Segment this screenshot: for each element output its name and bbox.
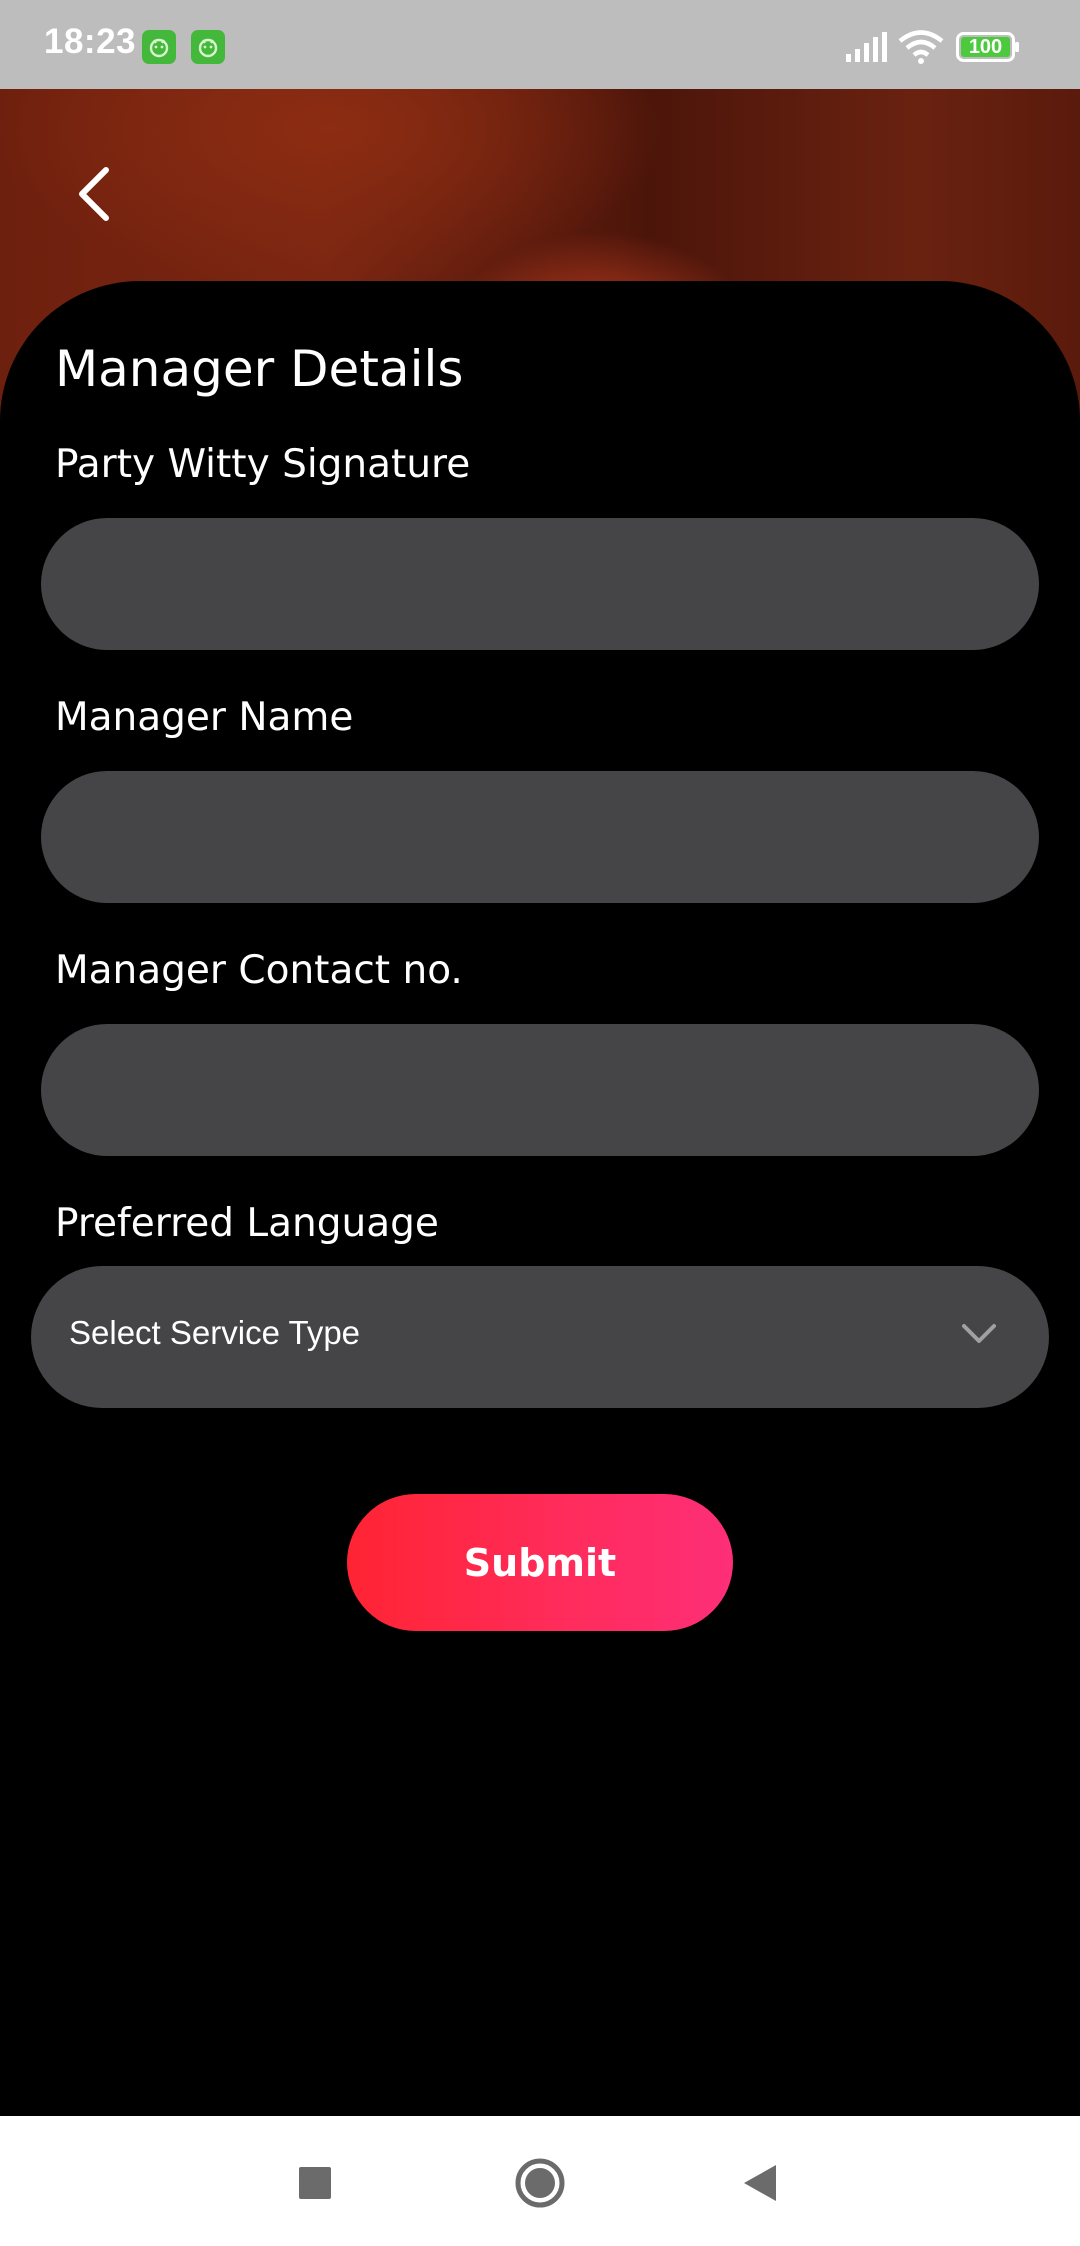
home-button[interactable] bbox=[505, 2148, 575, 2218]
status-time: 18:23 bbox=[44, 22, 137, 61]
app-notification-icon bbox=[191, 30, 225, 64]
manager-name-input[interactable] bbox=[41, 771, 1039, 903]
status-bar: 18:23 100 bbox=[0, 0, 1080, 89]
select-value: Select Service Type bbox=[69, 1314, 361, 1351]
preferred-language-select[interactable]: Select Service Type bbox=[31, 1266, 1049, 1408]
wifi-icon bbox=[898, 30, 944, 64]
signature-label: Party Witty Signature bbox=[55, 442, 471, 487]
back-button[interactable] bbox=[58, 158, 130, 230]
back-triangle-icon bbox=[744, 2165, 776, 2201]
manager-name-label: Manager Name bbox=[55, 695, 354, 740]
screen: 18:23 100 Manager Details Party Witty Si… bbox=[0, 0, 1080, 2246]
home-circle-icon bbox=[515, 2158, 565, 2208]
page-title: Manager Details bbox=[55, 340, 464, 398]
back-nav-button[interactable] bbox=[725, 2148, 795, 2218]
signature-input[interactable] bbox=[41, 518, 1039, 650]
app-notification-icon bbox=[142, 30, 176, 64]
manager-contact-input[interactable] bbox=[41, 1024, 1039, 1156]
chevron-left-icon bbox=[79, 167, 109, 221]
chevron-down-icon bbox=[962, 1324, 996, 1343]
recents-button[interactable] bbox=[280, 2148, 350, 2218]
battery-level: 100 bbox=[968, 36, 1003, 58]
manager-contact-label: Manager Contact no. bbox=[55, 948, 463, 993]
signal-icon bbox=[846, 32, 887, 62]
battery-icon: 100 bbox=[956, 32, 1020, 62]
preferred-language-label: Preferred Language bbox=[55, 1201, 439, 1246]
system-navigation-bar bbox=[0, 2116, 1080, 2246]
submit-button[interactable]: Submit bbox=[347, 1494, 733, 1631]
recents-square-icon bbox=[299, 2167, 331, 2199]
